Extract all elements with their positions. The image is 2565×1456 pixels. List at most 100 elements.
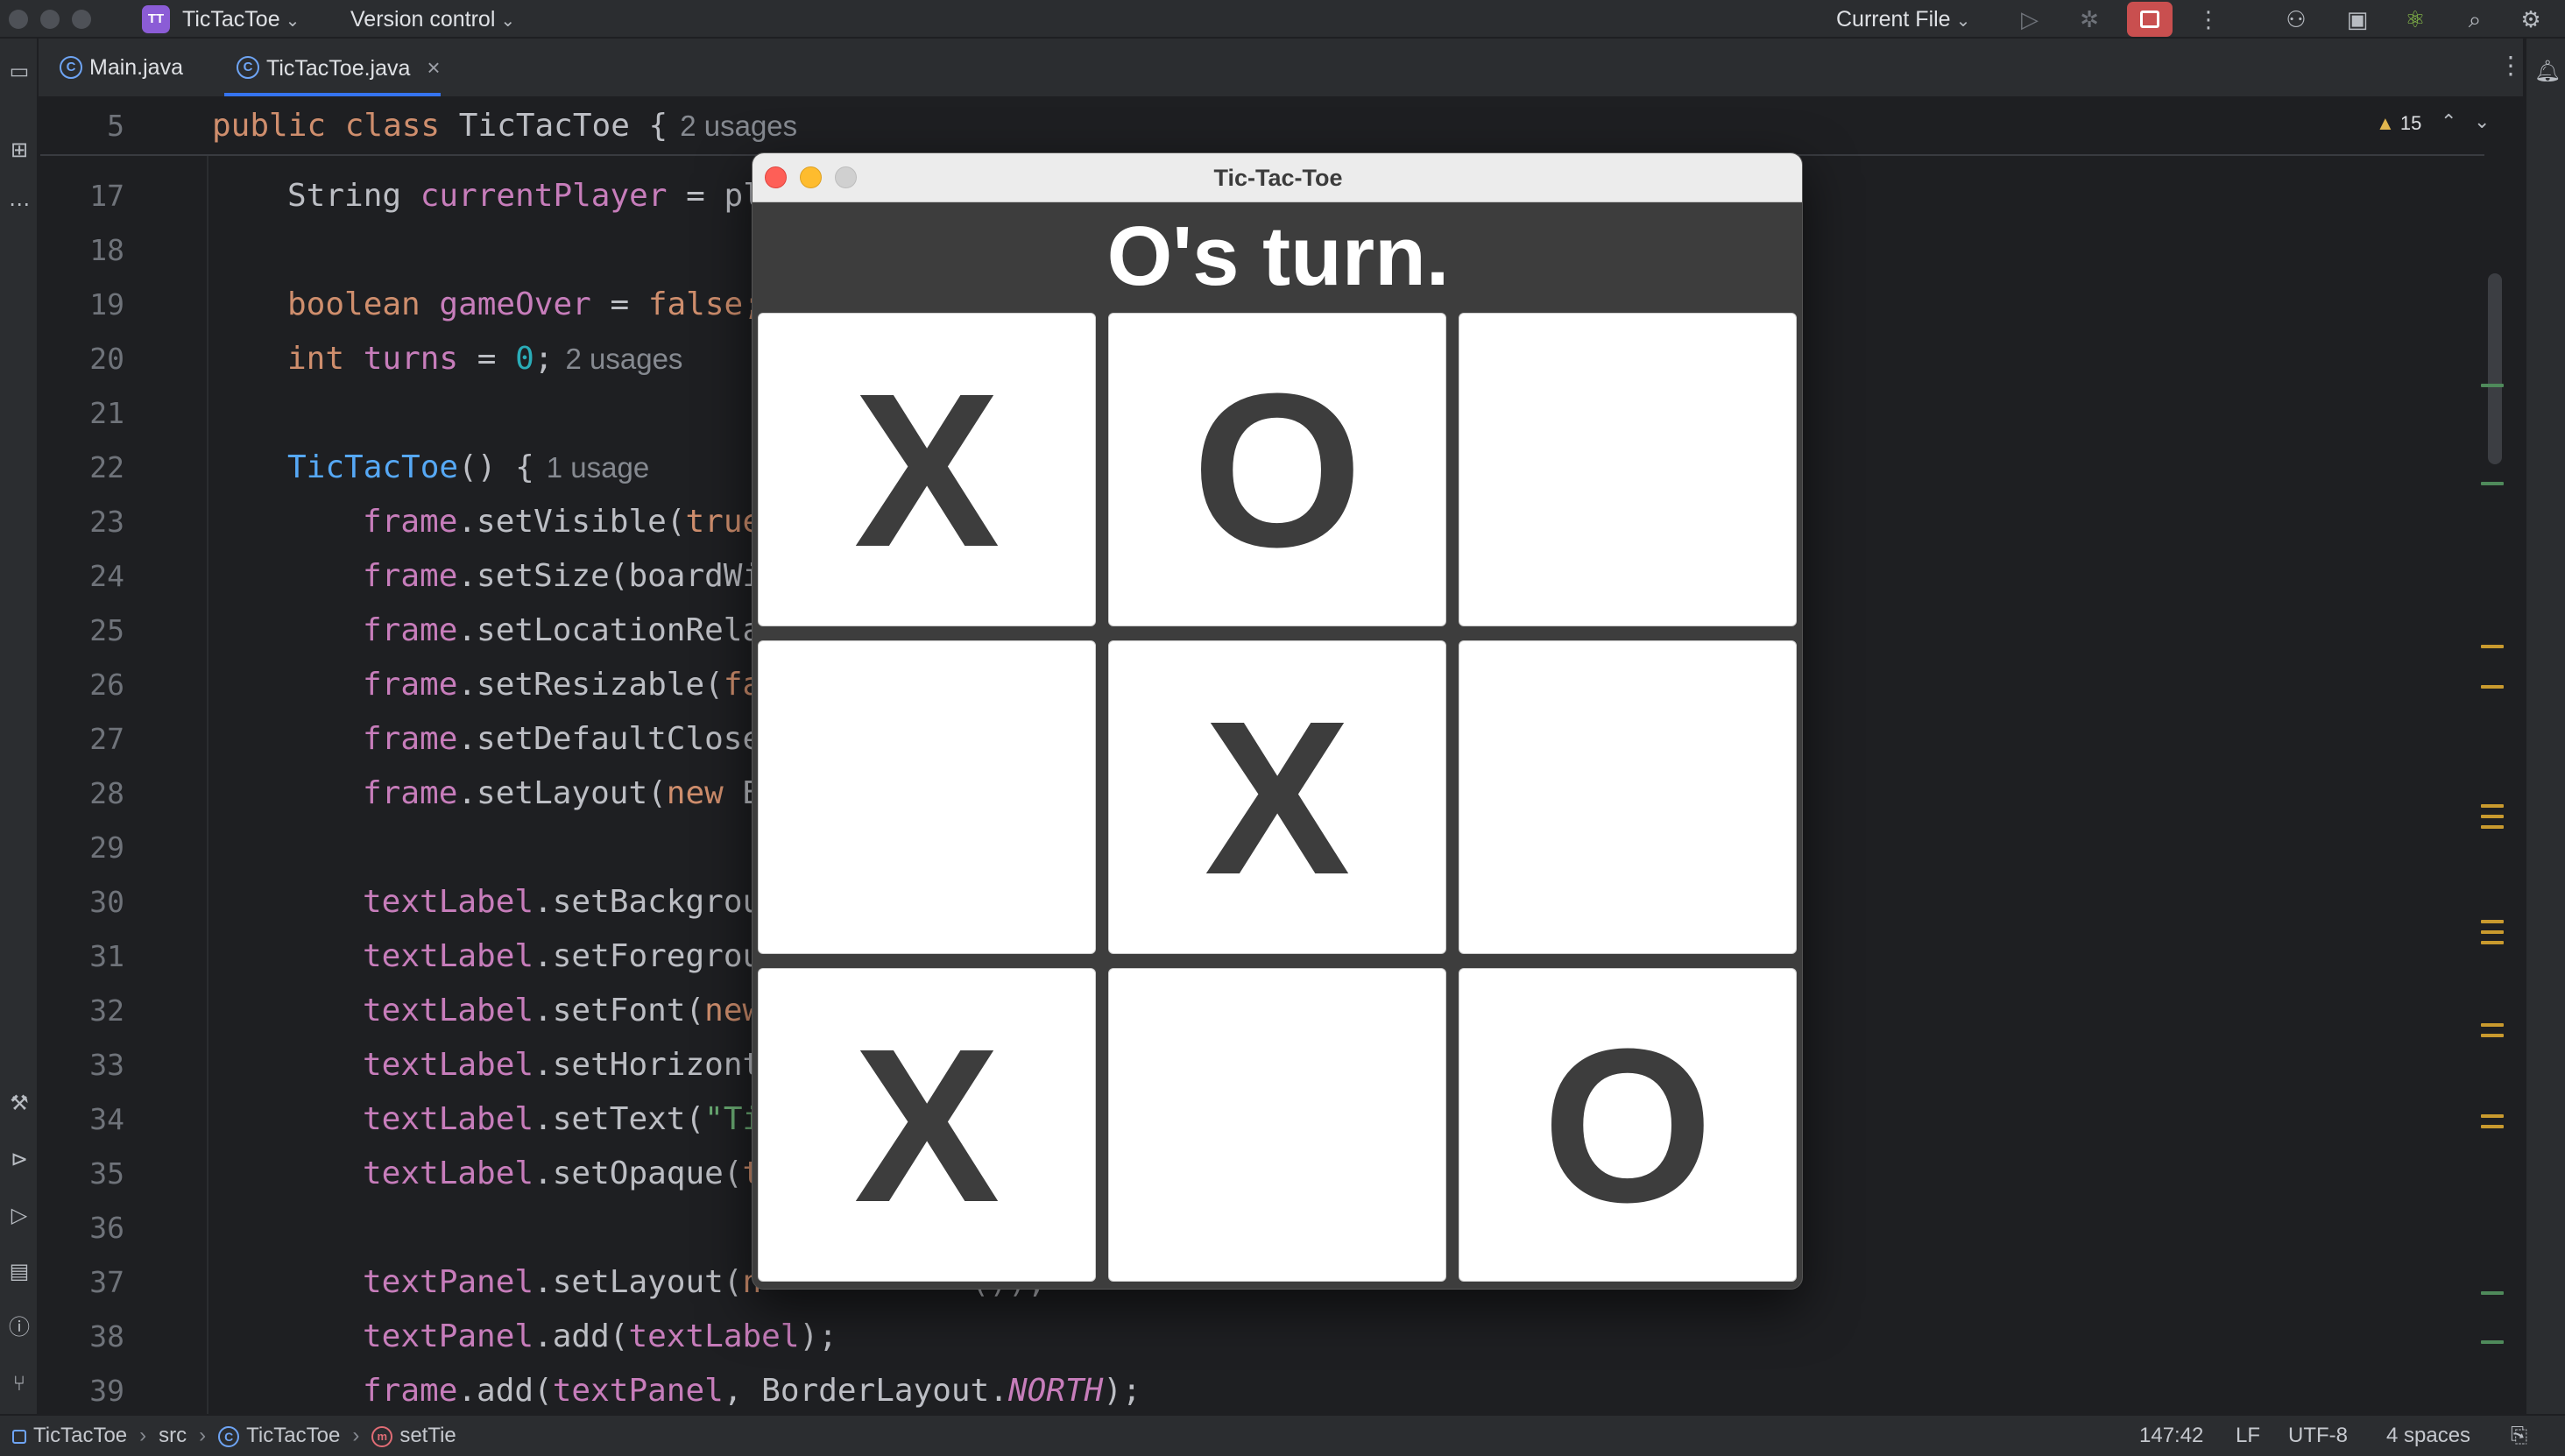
board-cell-7[interactable] xyxy=(1108,968,1446,1282)
caret-position[interactable]: 147:42 xyxy=(2139,1416,2203,1456)
board-cell-3[interactable] xyxy=(758,640,1096,954)
warning-marker[interactable] xyxy=(2481,825,2504,829)
run-icon[interactable]: ▷ xyxy=(2015,4,2045,34)
code-line: frame.setLayout(new B xyxy=(363,775,762,811)
warnings-indicator[interactable]: ▲ 15 xyxy=(2376,110,2421,137)
code-line: textLabel.setForegrou xyxy=(363,938,762,974)
device-manager-icon[interactable]: ▣ xyxy=(2342,4,2372,34)
run-config-selector[interactable]: Current File ⌄ xyxy=(1836,0,1970,39)
tab-main-java[interactable]: C Main.java xyxy=(47,39,183,96)
warning-marker[interactable] xyxy=(2481,1034,2504,1037)
build-icon[interactable]: ⚒ xyxy=(5,1090,33,1118)
warning-marker[interactable] xyxy=(2481,941,2504,944)
warning-marker[interactable] xyxy=(2481,920,2504,923)
window-zoom-button[interactable] xyxy=(72,10,91,29)
game-window-titlebar[interactable]: Tic-Tac-Toe xyxy=(753,153,1802,202)
change-marker[interactable] xyxy=(2481,1291,2504,1295)
usage-hint[interactable]: 2 usages xyxy=(566,343,683,375)
board-cell-4[interactable]: X xyxy=(1108,640,1446,954)
code-line: textPanel.add(textLabel); xyxy=(363,1318,837,1354)
warning-marker[interactable] xyxy=(2481,1023,2504,1027)
board-cell-2[interactable] xyxy=(1459,313,1797,626)
window-close-button[interactable] xyxy=(9,10,28,29)
previous-highlight-icon[interactable]: ⌃ xyxy=(2441,109,2456,135)
warning-marker[interactable] xyxy=(2481,1125,2504,1128)
indent-setting[interactable]: 4 spaces xyxy=(2386,1416,2470,1456)
stop-button[interactable] xyxy=(2127,2,2173,37)
change-marker[interactable] xyxy=(2481,1340,2504,1344)
chevron-down-icon: ⌄ xyxy=(1955,11,1971,31)
left-tool-strip: ▭ ⊞ ⋯ ⚒ ⊳ ▷ ▤ ⓘ ⑂ xyxy=(0,39,39,1414)
ai-assistant-icon[interactable]: ⚛ xyxy=(2400,4,2430,34)
version-control-menu[interactable]: Version control ⌄ xyxy=(350,0,515,39)
file-encoding[interactable]: UTF-8 xyxy=(2288,1416,2348,1456)
problems-icon[interactable]: ⓘ xyxy=(5,1314,33,1342)
warning-marker[interactable] xyxy=(2481,685,2504,689)
chevron-right-icon: › xyxy=(139,1424,147,1447)
line-number: 32 xyxy=(89,993,124,1028)
tab-options-icon[interactable]: ⋮ xyxy=(2498,53,2523,79)
code-line: int turns = 0; 2 usages xyxy=(287,341,683,377)
usage-hint[interactable]: 2 usages xyxy=(680,110,797,142)
game-close-button[interactable] xyxy=(765,166,787,188)
tab-tictactoe-java[interactable]: C TicTacToe.java × xyxy=(224,39,441,96)
warning-marker[interactable] xyxy=(2481,815,2504,818)
next-highlight-icon[interactable]: ⌄ xyxy=(2474,109,2490,135)
game-zoom-button[interactable] xyxy=(835,166,857,188)
more-actions-icon[interactable]: ⋮ xyxy=(2194,4,2223,34)
line-number: 27 xyxy=(89,722,124,756)
usage-hint[interactable]: 1 usage xyxy=(547,451,649,484)
code-line: frame.setSize(boardWi xyxy=(363,558,762,594)
tab-label: Main.java xyxy=(89,55,183,80)
services-icon[interactable]: ⊳ xyxy=(5,1146,33,1174)
add-user-icon[interactable]: ⚇ xyxy=(2281,4,2311,34)
change-marker[interactable] xyxy=(2481,384,2504,387)
debug-icon[interactable]: ✲ xyxy=(2074,4,2104,34)
warning-marker[interactable] xyxy=(2481,645,2504,648)
warning-marker[interactable] xyxy=(2481,930,2504,934)
breadcrumb-method[interactable]: setTie xyxy=(399,1424,456,1447)
warning-icon: ▲ xyxy=(2376,112,2395,134)
game-window-title: Tic-Tac-Toe xyxy=(1213,165,1343,191)
line-number: 19 xyxy=(89,287,124,322)
line-number: 37 xyxy=(89,1265,124,1299)
line-separator[interactable]: LF xyxy=(2236,1416,2260,1456)
board-cell-8[interactable]: O xyxy=(1459,968,1797,1282)
more-tools-icon[interactable]: ⋯ xyxy=(5,191,33,219)
game-minimize-button[interactable] xyxy=(800,166,822,188)
board-cell-1[interactable]: O xyxy=(1108,313,1446,626)
code-line: frame.setLocationRela xyxy=(363,612,762,648)
close-tab-icon[interactable]: × xyxy=(427,54,440,81)
warning-marker[interactable] xyxy=(2481,1114,2504,1118)
line-number: 35 xyxy=(89,1156,124,1191)
chevron-right-icon: › xyxy=(199,1424,207,1447)
breadcrumb-class[interactable]: TicTacToe xyxy=(246,1424,340,1447)
line-number: 20 xyxy=(89,342,124,376)
notifications-bell-icon[interactable]: 🔔︎ xyxy=(2533,58,2561,86)
board-cell-5[interactable] xyxy=(1459,640,1797,954)
search-icon[interactable]: ⌕ xyxy=(2460,4,2490,34)
breadcrumb-src[interactable]: src xyxy=(159,1424,187,1447)
read-only-toggle-icon[interactable]: ⎘ xyxy=(2511,1416,2527,1456)
structure-icon[interactable]: ⊞ xyxy=(5,137,33,165)
line-number: 34 xyxy=(89,1102,124,1136)
project-switcher[interactable]: TicTacToe ⌄ xyxy=(182,0,300,39)
code-line: frame.setDefaultClose xyxy=(363,721,762,757)
warning-marker[interactable] xyxy=(2481,804,2504,808)
code-line: frame.add(textPanel, BorderLayout.NORTH)… xyxy=(363,1373,1141,1409)
board-cell-6[interactable]: X xyxy=(758,968,1096,1282)
run-tool-icon[interactable]: ▷ xyxy=(5,1202,33,1230)
change-marker[interactable] xyxy=(2481,482,2504,485)
board-cell-0[interactable]: X xyxy=(758,313,1096,626)
breadcrumb-project[interactable]: TicTacToe xyxy=(33,1424,127,1447)
line-number: 17 xyxy=(89,179,124,213)
editor-scrollbar[interactable] xyxy=(2488,273,2502,464)
status-bar: TicTacToe › src › C TicTacToe › m setTie 147:42 … xyxy=(0,1414,2565,1456)
git-branch-icon[interactable]: ⑂ xyxy=(5,1370,33,1398)
settings-gear-icon[interactable]: ⚙ xyxy=(2516,4,2546,34)
project-folder-icon[interactable]: ▭ xyxy=(5,58,33,86)
terminal-icon[interactable]: ▤ xyxy=(5,1258,33,1286)
window-minimize-button[interactable] xyxy=(40,10,60,29)
turn-status-label: O's turn. xyxy=(753,202,1802,311)
sticky-class-header[interactable]: 5 public class TicTacToe {2 usages ▲ 15 ⌃… xyxy=(40,98,2490,156)
